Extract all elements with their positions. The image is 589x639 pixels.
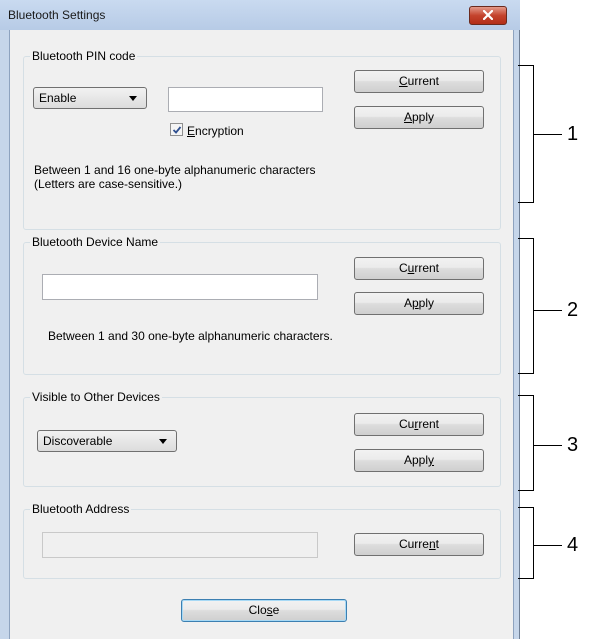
device-name-group-title: Bluetooth Device Name [30,235,161,249]
callout-label-1: 1 [567,123,579,145]
device-name-input[interactable] [42,274,318,300]
callout-bracket-3 [518,395,534,491]
device-name-apply-button[interactable]: Apply [354,292,484,315]
address-current-button[interactable]: Current [354,533,484,556]
pin-hint-line2: (Letters are case-sensitive.) [34,177,183,191]
visibility-value: Discoverable [43,434,113,448]
chevron-down-icon [159,439,167,444]
checkmark-icon [172,126,182,134]
device-name-hint: Between 1 and 30 one-byte alphanumeric c… [48,329,333,343]
encryption-checkbox[interactable] [170,123,183,136]
callout-bracket-4 [518,507,534,579]
visibility-group-title: Visible to Other Devices [30,390,162,404]
pin-code-input[interactable] [168,87,323,112]
address-group-title: Bluetooth Address [30,502,132,516]
title-bar[interactable]: Bluetooth Settings [0,0,520,30]
encryption-label[interactable]: Encryption [187,124,244,138]
pin-apply-button[interactable]: Apply [354,106,484,129]
close-icon [483,10,493,20]
bluetooth-address-field [42,532,318,558]
callout-bracket-2 [518,238,534,374]
pin-mode-value: Enable [39,91,77,105]
callout-tick-2 [534,310,562,311]
pin-mode-select[interactable]: Enable [33,87,147,109]
device-name-current-button[interactable]: Current [354,257,484,280]
chevron-down-icon [129,96,137,101]
callout-tick-1 [534,134,562,135]
pin-current-button[interactable]: Current [354,70,484,93]
callout-label-3: 3 [567,434,579,456]
callout-tick-3 [534,445,562,446]
pin-code-group-title: Bluetooth PIN code [30,49,138,63]
callout-bracket-1 [518,65,534,203]
callout-label-4: 4 [567,534,579,556]
visibility-current-button[interactable]: Current [354,413,484,436]
visibility-apply-button[interactable]: Apply [354,449,484,472]
close-button[interactable]: Close [181,599,347,622]
callout-tick-4 [534,545,562,546]
visibility-select[interactable]: Discoverable [37,430,177,452]
pin-hint-line1: Between 1 and 16 one-byte alphanumeric c… [34,163,316,177]
callout-label-2: 2 [567,299,579,321]
bluetooth-settings-window: Bluetooth Settings Bluetooth PIN code En… [0,0,520,639]
window-close-button[interactable] [469,6,507,25]
window-title: Bluetooth Settings [8,8,106,22]
dialog-client-area: Bluetooth PIN code Enable Encryption Cur… [9,30,514,639]
